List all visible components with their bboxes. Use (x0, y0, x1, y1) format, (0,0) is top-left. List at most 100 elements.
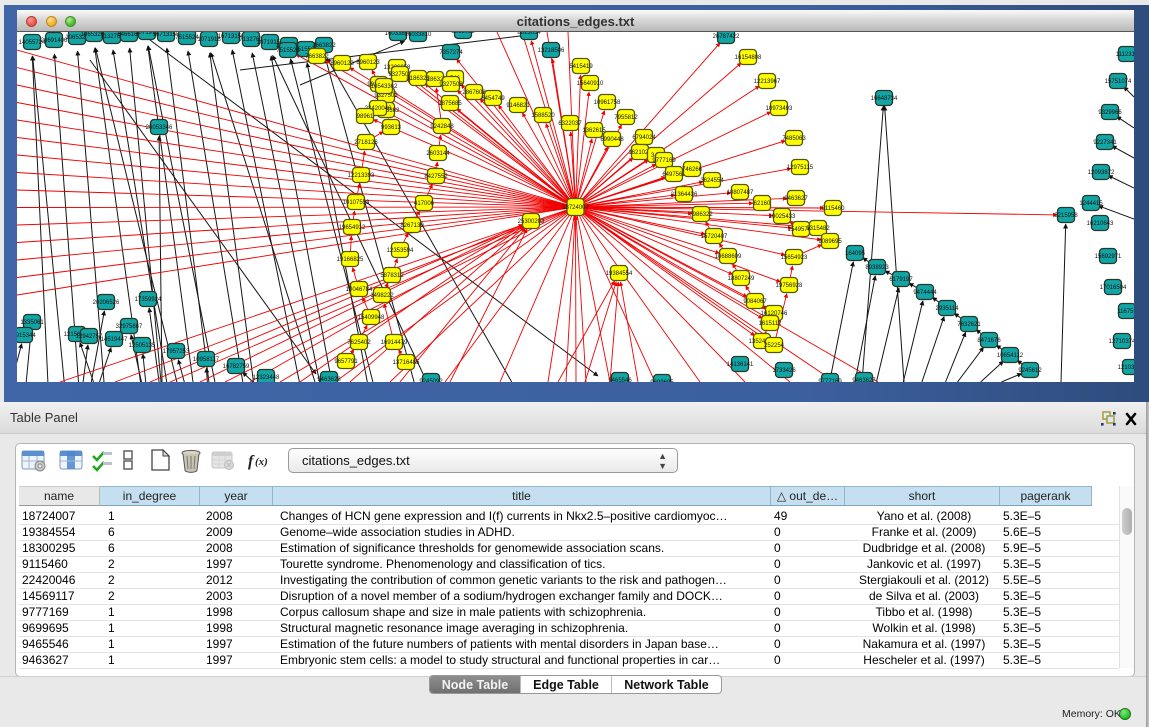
svg-text:20206526: 20206526 (93, 300, 120, 306)
svg-text:18807249: 18807249 (728, 276, 755, 282)
svg-text:9463627: 9463627 (784, 196, 808, 202)
svg-text:19384554: 19384554 (606, 271, 633, 277)
svg-text:7663822: 7663822 (305, 54, 329, 60)
svg-text:15654923: 15654923 (781, 255, 808, 261)
svg-text:1112315: 1112315 (1116, 52, 1134, 58)
svg-text:12505135: 12505135 (129, 343, 156, 349)
svg-text:20053346: 20053346 (146, 125, 173, 131)
svg-text:164095: 164095 (845, 251, 866, 257)
svg-text:15692971: 15692971 (1095, 254, 1122, 260)
svg-text:8471676: 8471676 (977, 338, 1001, 344)
svg-text:17957253: 17957253 (163, 349, 190, 355)
svg-text:252254: 252254 (764, 343, 785, 349)
svg-text:7515524: 7515524 (175, 35, 199, 41)
svg-text:12323448: 12323448 (253, 375, 280, 381)
svg-text:10654112: 10654112 (997, 353, 1024, 359)
svg-text:3875685: 3875685 (438, 101, 462, 107)
svg-text:8813054: 8813054 (517, 32, 541, 36)
svg-text:12710374: 12710374 (1109, 339, 1134, 345)
svg-text:19756928: 19756928 (776, 283, 803, 289)
svg-text:1244415: 1244415 (1079, 201, 1103, 207)
svg-text:3624554: 3624554 (700, 178, 724, 184)
svg-text:8186323: 8186323 (406, 76, 430, 82)
svg-text:16033810: 16033810 (405, 32, 432, 38)
svg-text:15720407: 15720407 (701, 234, 728, 240)
svg-text:1615112: 1615112 (759, 321, 783, 327)
svg-text:1915344: 1915344 (17, 333, 36, 339)
svg-text:10807487: 10807487 (727, 190, 754, 196)
svg-text:2935114: 2935114 (936, 306, 960, 312)
svg-text:16154808: 16154808 (735, 55, 762, 61)
svg-text:10688609: 10688609 (715, 254, 742, 260)
svg-text:14136141: 14136141 (727, 362, 754, 368)
svg-text:1498222: 1498222 (370, 293, 394, 299)
svg-text:17359924: 17359924 (135, 297, 162, 303)
svg-text:9227341: 9227341 (1093, 140, 1117, 146)
svg-text:7485063: 7485063 (782, 136, 806, 142)
svg-text:62160: 62160 (754, 201, 771, 207)
svg-text:9657791: 9657791 (334, 359, 358, 365)
svg-text:12975115: 12975115 (787, 165, 814, 171)
svg-text:9474444: 9474444 (913, 290, 937, 296)
svg-text:5878312: 5878312 (380, 273, 404, 279)
svg-text:12103495: 12103495 (1118, 365, 1134, 371)
svg-text:10958117: 10958117 (193, 357, 220, 363)
svg-text:7625402: 7625402 (347, 340, 371, 346)
svg-text:8215958: 8215958 (1054, 213, 1078, 219)
svg-text:15640910: 15640910 (577, 81, 604, 87)
svg-text:25300203: 25300203 (518, 219, 545, 225)
svg-text:8427552: 8427552 (424, 174, 448, 180)
svg-text:9463628: 9463628 (317, 377, 341, 382)
svg-text:8813055: 8813055 (451, 32, 475, 35)
svg-text:15409948: 15409948 (358, 315, 385, 321)
svg-text:6794024: 6794024 (632, 135, 656, 141)
svg-text:9245092: 9245092 (419, 379, 443, 382)
svg-text:9329966: 9329966 (1098, 110, 1122, 116)
svg-text:9777169: 9777169 (818, 379, 842, 382)
svg-text:21364436: 21364436 (671, 192, 698, 198)
svg-text:18724007: 18724007 (562, 205, 589, 211)
svg-text:9089695: 9089695 (818, 239, 842, 245)
svg-text:9084067: 9084067 (743, 299, 767, 305)
svg-text:417006: 417006 (414, 201, 435, 207)
svg-text:993613: 993613 (381, 125, 402, 131)
svg-text:6179197: 6179197 (889, 277, 913, 283)
svg-text:10025433: 10025433 (769, 214, 796, 220)
svg-text:5415419: 5415419 (569, 64, 593, 70)
svg-text:10543362: 10543362 (371, 84, 398, 90)
svg-text:19654912: 19654912 (339, 225, 366, 231)
svg-text:1335061: 1335061 (20, 320, 44, 326)
svg-text:16648734: 16648734 (871, 96, 898, 102)
svg-text:14519447: 14519447 (101, 337, 128, 343)
svg-text:9777169: 9777169 (652, 158, 676, 164)
svg-text:17016504: 17016504 (1100, 285, 1127, 291)
svg-text:7632621: 7632621 (957, 322, 981, 328)
svg-text:9115460: 9115460 (822, 206, 846, 212)
svg-text:8960123: 8960123 (356, 60, 380, 66)
svg-text:1588520: 1588520 (531, 113, 555, 119)
svg-text:10973493: 10973493 (766, 106, 793, 112)
svg-text:9327508: 9327508 (439, 82, 463, 88)
svg-text:8267130: 8267130 (400, 223, 424, 229)
svg-text:13218506: 13218506 (538, 48, 565, 54)
svg-text:9699695: 9699695 (650, 380, 674, 382)
svg-text:2718126: 2718126 (354, 140, 378, 146)
svg-text:2603144: 2603144 (426, 151, 450, 157)
svg-text:7986322: 7986322 (689, 212, 713, 218)
svg-text:13716485: 13716485 (393, 360, 420, 366)
svg-text:746266: 746266 (682, 167, 703, 173)
svg-text:7357274: 7357274 (439, 50, 463, 56)
svg-text:16782759: 16782759 (223, 364, 250, 370)
svg-text:16210643: 16210643 (1087, 221, 1114, 227)
svg-text:9146821: 9146821 (506, 103, 530, 109)
svg-text:20691406: 20691406 (41, 38, 68, 44)
svg-text:19166825: 19166825 (337, 257, 364, 263)
svg-text:98961: 98961 (357, 114, 374, 120)
svg-text:6322037: 6322037 (558, 121, 582, 127)
svg-text:9315482: 9315482 (806, 226, 830, 232)
svg-text:8938923: 8938923 (865, 265, 889, 271)
svg-text:26787422: 26787422 (713, 34, 740, 40)
svg-text:7515526: 7515526 (276, 48, 300, 54)
svg-text:9465546: 9465546 (608, 378, 632, 382)
svg-text:1362615: 1362615 (582, 128, 606, 134)
